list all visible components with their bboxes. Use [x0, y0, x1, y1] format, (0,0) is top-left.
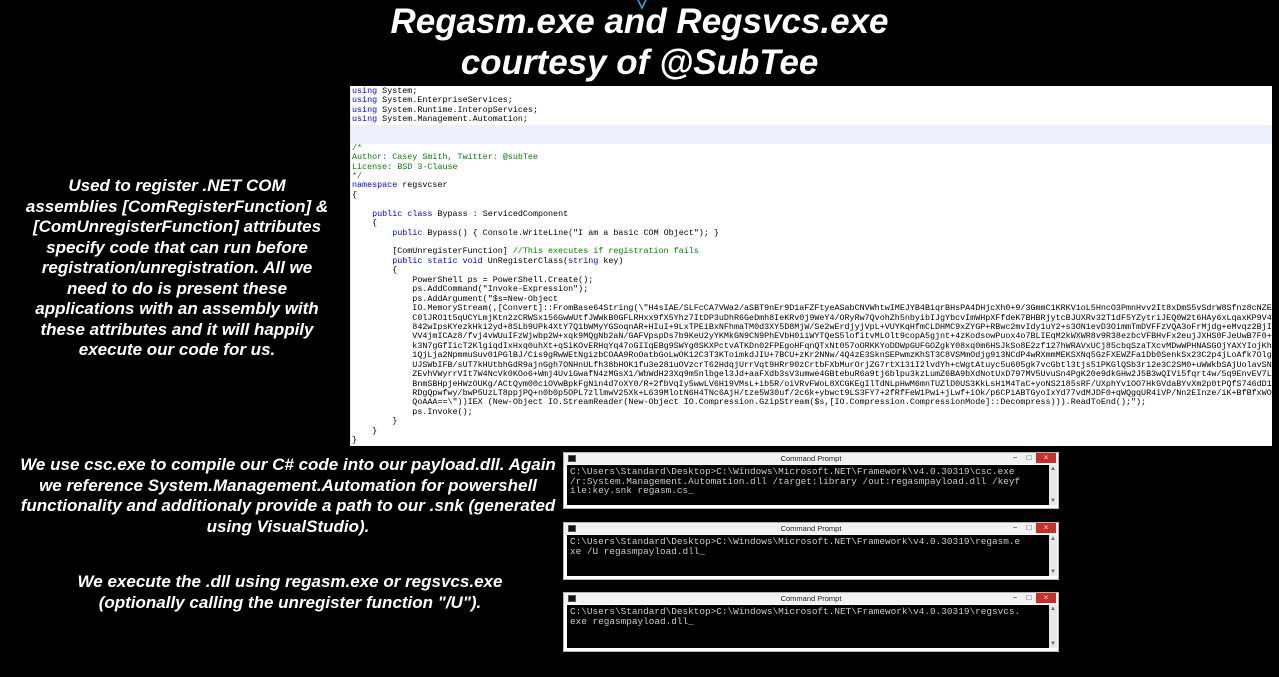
code-line: namespace regsvcser	[352, 180, 448, 191]
command-prompt-window-csc[interactable]: Command Prompt − □ × C:\Users\Standard\D…	[563, 452, 1059, 509]
command-prompt-window-regsvcs[interactable]: Command Prompt − □ × C:\Users\Standard\D…	[563, 592, 1059, 652]
cmd-title: Command Prompt	[780, 594, 842, 603]
code-line: }	[352, 416, 398, 427]
description-regasm-purpose: Used to register .NET COM assemblies [Co…	[25, 176, 329, 359]
scroll-up-arrow-icon[interactable]: ▲	[1049, 535, 1057, 543]
code-line: }	[352, 425, 378, 436]
cmd-window-controls: − □ ×	[1008, 453, 1056, 464]
minimize-button[interactable]: −	[1008, 453, 1022, 463]
slide-title-line1: Regasm.exe and Regsvcs.exe	[390, 2, 889, 41]
cmd-scrollbar[interactable]: ▲ ▼	[1049, 465, 1057, 505]
cmd-app-icon	[568, 455, 576, 462]
scroll-up-arrow-icon[interactable]: ▲	[1049, 605, 1057, 613]
maximize-button[interactable]: □	[1022, 523, 1036, 533]
code-line: }	[352, 435, 358, 446]
command-prompt-window-regasm[interactable]: Command Prompt − □ × C:\Users\Standard\D…	[563, 522, 1059, 580]
cmd-scrollbar[interactable]: ▲ ▼	[1049, 605, 1057, 648]
code-line: public class Bypass : ServicedComponent	[372, 208, 569, 219]
cmd-window-controls: − □ ×	[1008, 523, 1056, 534]
maximize-button[interactable]: □	[1022, 453, 1036, 463]
cmd-window-controls: − □ ×	[1008, 593, 1056, 604]
code-line	[351, 134, 1272, 144]
cmd-console-text[interactable]: C:\Users\Standard\Desktop>C:\Windows\Mic…	[567, 605, 1049, 648]
code-line: Author: Casey Smith, Twitter: @subTee	[352, 152, 538, 163]
code-line: License: BSD 3-Clause	[352, 161, 458, 172]
cmd-app-icon	[568, 595, 576, 602]
scroll-down-arrow-icon[interactable]: ▼	[1049, 640, 1057, 648]
cmd-title: Command Prompt	[780, 524, 842, 533]
code-line: QoAAA==\"))IEX (New-Object IO.StreamRead…	[352, 397, 1147, 408]
close-button[interactable]: ×	[1036, 593, 1056, 603]
scroll-down-arrow-icon[interactable]: ▼	[1049, 568, 1057, 576]
cmd-console-text[interactable]: C:\Users\Standard\Desktop>C:\Windows\Mic…	[567, 535, 1049, 576]
cmd-titlebar[interactable]: Command Prompt − □ ×	[564, 593, 1058, 604]
code-line: {	[352, 189, 358, 200]
cmd-app-icon	[568, 525, 576, 532]
code-line: public Bypass() { Console.WriteLine("I a…	[392, 227, 719, 238]
code-editor-panel: using System; using System.EnterpriseServ…	[350, 86, 1272, 446]
scroll-down-arrow-icon[interactable]: ▼	[1049, 497, 1057, 505]
description-execute-step: We execute the .dll using regasm.exe or …	[77, 572, 503, 612]
code-line: ps.Invoke();	[352, 406, 473, 417]
description-compile-step: We use csc.exe to compile our C# code in…	[20, 455, 556, 536]
scroll-up-arrow-icon[interactable]: ▲	[1049, 465, 1057, 473]
cmd-title: Command Prompt	[780, 454, 842, 463]
cmd-scrollbar[interactable]: ▲ ▼	[1049, 535, 1057, 576]
cmd-console-text[interactable]: C:\Users\Standard\Desktop>C:\Windows\Mic…	[567, 465, 1049, 505]
close-button[interactable]: ×	[1036, 453, 1056, 463]
maximize-button[interactable]: □	[1022, 593, 1036, 603]
code-line: public static void UnRegisterClass(strin…	[392, 255, 624, 266]
cmd-titlebar[interactable]: Command Prompt − □ ×	[564, 523, 1058, 534]
minimize-button[interactable]: −	[1008, 523, 1022, 533]
code-line: using System.Management.Automation;	[352, 114, 528, 125]
close-button[interactable]: ×	[1036, 523, 1056, 533]
code-line	[351, 124, 1272, 135]
minimize-button[interactable]: −	[1008, 593, 1022, 603]
code-line: */	[352, 170, 363, 181]
cmd-titlebar[interactable]: Command Prompt − □ ×	[564, 453, 1058, 464]
slide-title-line2: courtesy of @SubTee	[460, 43, 819, 82]
